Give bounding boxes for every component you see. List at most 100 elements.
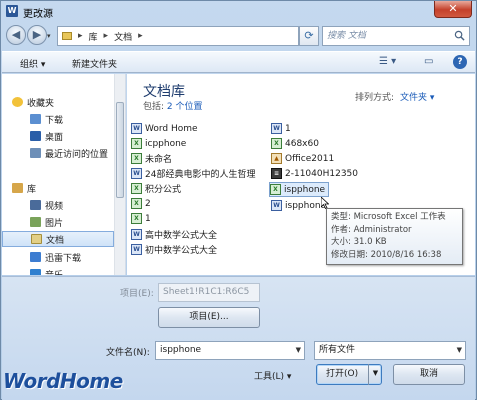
recent-locations-dropdown-icon[interactable]: ▾ <box>47 32 51 40</box>
word-document-icon: W <box>131 229 142 240</box>
includes-locations-link[interactable]: 2 个位置 <box>167 102 203 112</box>
sidebar-item-label: 音乐 <box>45 268 63 276</box>
file-item[interactable]: Wispphone <box>271 198 326 213</box>
tooltip-author: 作者: Administrator <box>331 224 412 235</box>
sidebar-item-pictures[interactable]: 图片 <box>2 214 114 230</box>
thunder-download-icon <box>30 252 41 262</box>
preview-pane-icon[interactable]: ▭ <box>424 56 433 67</box>
sidebar-item-label: 迅雷下载 <box>45 253 82 264</box>
sidebar-group-label: 库 <box>27 184 37 195</box>
close-button[interactable]: ✕ <box>434 1 472 18</box>
sidebar-item-label: 视频 <box>45 201 64 212</box>
file-item[interactable]: X 468x60 <box>271 136 319 151</box>
star-icon <box>12 97 23 107</box>
address-bar[interactable]: ▸ 库 ▸ 文档 ▸ <box>57 26 299 46</box>
item-range-field: Sheet1!R1C1:R6C5 <box>158 283 260 302</box>
file-name: Office2011 <box>285 153 335 164</box>
download-folder-icon <box>30 114 41 124</box>
excel-file-icon: X <box>271 138 282 149</box>
chevron-down-icon[interactable]: ▼ <box>296 342 301 359</box>
arrange-by: 排列方式: 文件夹 ▾ <box>355 90 434 103</box>
forward-button[interactable]: ▶ <box>27 25 47 45</box>
word-document-icon: W <box>131 244 142 255</box>
file-name: ispphone <box>285 200 327 211</box>
file-item[interactable]: W1 <box>271 121 291 136</box>
file-item[interactable]: ≡ 2-11040H12350 <box>271 166 358 181</box>
refresh-button[interactable]: ⟳ <box>299 26 319 46</box>
sidebar-item-label: 桌面 <box>45 132 64 143</box>
includes-label: 包括: <box>143 102 165 112</box>
file-name: 高中数学公式大全 <box>145 231 218 241</box>
tools-label: 工具(L) <box>254 372 285 382</box>
sidebar-item-recent-places[interactable]: 最近访问的位置 <box>2 145 114 161</box>
folder-icon <box>62 32 72 40</box>
file-name: 2 <box>145 198 151 209</box>
image-file-icon: ▲ <box>271 153 282 164</box>
file-item[interactable]: Xicpphone <box>131 136 186 151</box>
change-source-dialog: W 更改源 ✕ ◀ ▶ ▾ ▸ 库 ▸ 文档 ▸ ⟳ 搜索 文档 组织 ▾ 新建… <box>0 0 477 400</box>
open-options-dropdown[interactable]: ▼ <box>368 364 382 385</box>
organize-button[interactable]: 组织 ▾ <box>20 57 45 70</box>
item-button[interactable]: 项目(E)... <box>158 307 260 328</box>
back-button[interactable]: ◀ <box>6 25 26 45</box>
sidebar-item-downloads[interactable]: 下载 <box>2 111 114 127</box>
command-toolbar: 组织 ▾ 新建文件夹 ☰ ▾ ▭ ? <box>2 51 475 73</box>
filename-input[interactable]: ispphone ▼ <box>155 341 305 360</box>
item-label: 项目(E): <box>120 289 154 299</box>
excel-file-icon: X <box>131 153 142 164</box>
wordhome-watermark-logo: WordHome <box>3 369 123 393</box>
window-title: 更改源 <box>23 9 53 20</box>
file-name: 24部经典电影中的人生哲理 <box>145 170 256 180</box>
view-options-icon[interactable]: ☰ ▾ <box>379 56 396 67</box>
breadcrumb-separator-icon: ▸ <box>78 31 83 41</box>
search-input[interactable]: 搜索 文档 <box>322 26 470 46</box>
document-library-icon <box>31 234 42 244</box>
breadcrumb-library[interactable]: 库 <box>89 30 98 43</box>
sidebar-group-favorites[interactable]: 收藏夹 <box>2 94 114 110</box>
file-item[interactable]: W 高中数学公式大全 <box>131 227 217 242</box>
file-type-select[interactable]: 所有文件 ▼ <box>314 341 466 360</box>
sidebar-item-documents[interactable]: 文档 <box>2 231 114 247</box>
sidebar-scrollbar-thumb[interactable] <box>116 102 124 198</box>
file-item-selected[interactable]: Xispphone <box>269 182 330 197</box>
tools-button[interactable]: 工具(L) ▾ <box>254 369 291 382</box>
recent-places-icon <box>30 148 41 158</box>
video-library-icon <box>30 200 41 210</box>
title-bar: W 更改源 ✕ <box>1 1 476 21</box>
file-item[interactable]: X 积分公式 <box>131 181 181 196</box>
sidebar-item-music[interactable]: 音乐 <box>2 266 114 275</box>
file-item[interactable]: ▲ Office2011 <box>271 151 334 166</box>
file-item[interactable]: X 未命名 <box>131 151 172 166</box>
tooltip-modified: 修改日期: 2010/8/16 16:38 <box>331 249 442 260</box>
open-label: 打开(O) <box>326 369 359 379</box>
help-icon[interactable]: ? <box>453 55 467 69</box>
tooltip-type: 类型: Microsoft Excel 工作表 <box>331 212 446 222</box>
music-library-icon <box>30 269 41 275</box>
search-icon <box>454 30 465 41</box>
desktop-icon <box>30 131 41 141</box>
archive-file-icon: ≡ <box>271 168 282 179</box>
sidebar-item-videos[interactable]: 视频 <box>2 197 114 213</box>
file-item[interactable]: X1 <box>131 211 151 226</box>
file-type-value: 所有文件 <box>319 345 356 355</box>
arrange-by-dropdown[interactable]: 文件夹 ▾ <box>400 93 434 103</box>
cancel-button[interactable]: 取消 <box>393 364 465 385</box>
sidebar-item-label: 最近访问的位置 <box>45 149 109 160</box>
sidebar-item-thunder-download[interactable]: 迅雷下载 <box>2 249 114 265</box>
word-document-icon: W <box>271 123 282 134</box>
breadcrumb-documents[interactable]: 文档 <box>114 30 132 43</box>
sidebar-item-desktop[interactable]: 桌面 <box>2 128 114 144</box>
file-item[interactable]: W 24部经典电影中的人生哲理 <box>131 166 255 181</box>
search-placeholder: 搜索 文档 <box>327 31 366 41</box>
sidebar-group-label: 收藏夹 <box>27 98 55 109</box>
new-folder-button[interactable]: 新建文件夹 <box>72 57 117 70</box>
library-title: 文档库 <box>143 84 185 100</box>
file-name: 1 <box>285 123 291 134</box>
sidebar-scrollbar[interactable] <box>114 74 125 275</box>
sidebar-group-libraries[interactable]: 库 <box>2 180 114 196</box>
arrange-label: 排列方式: <box>355 93 395 103</box>
breadcrumb-separator-icon: ▸ <box>138 31 143 41</box>
file-item[interactable]: W 初中数学公式大全 <box>131 242 217 257</box>
file-item[interactable]: W Word Home <box>131 121 198 136</box>
file-item[interactable]: X2 <box>131 196 151 211</box>
